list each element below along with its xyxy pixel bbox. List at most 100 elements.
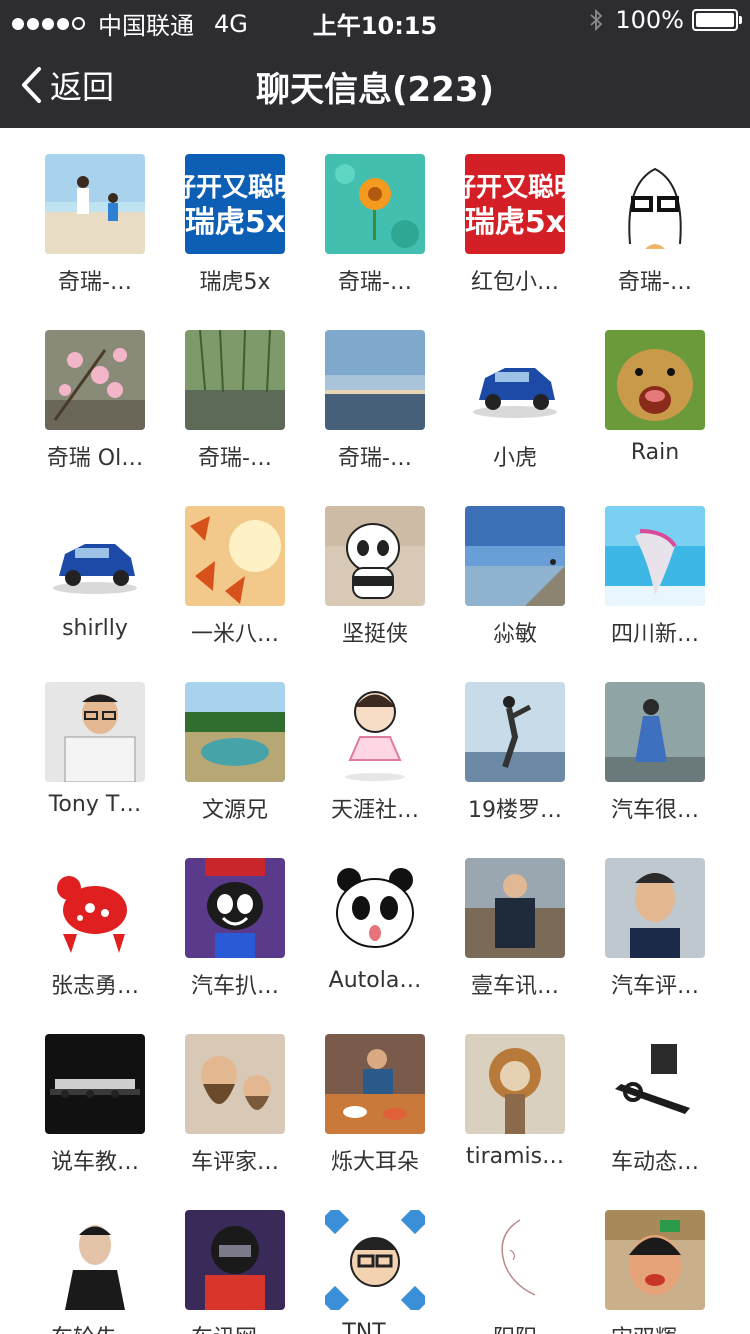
member-avatar[interactable]: [185, 506, 285, 606]
member-item[interactable]: 小虎: [445, 304, 585, 480]
avatar-image: [605, 682, 705, 782]
member-avatar[interactable]: 好开又聪明瑞虎5x: [465, 154, 565, 254]
avatar-image: [605, 1034, 705, 1134]
member-item[interactable]: tiramis…: [445, 1008, 585, 1184]
member-avatar[interactable]: [465, 858, 565, 958]
member-item[interactable]: 汽车扒…: [165, 832, 305, 1008]
member-item[interactable]: 奇瑞 Ol…: [25, 304, 165, 480]
member-name: Autola…: [328, 968, 422, 993]
avatar-image: [605, 858, 705, 958]
member-item[interactable]: 好开又聪明瑞虎5x瑞虎5x: [165, 128, 305, 304]
member-item[interactable]: 车评家…: [165, 1008, 305, 1184]
member-name: 红包小…: [470, 270, 559, 295]
member-avatar[interactable]: [325, 682, 425, 782]
avatar-image: [325, 154, 425, 254]
member-avatar[interactable]: [45, 682, 145, 782]
member-avatar[interactable]: [45, 154, 145, 254]
member-item[interactable]: 汽车很…: [585, 656, 725, 832]
member-item[interactable]: 奇瑞-…: [585, 128, 725, 304]
member-item[interactable]: 19楼罗…: [445, 656, 585, 832]
member-name: 天涯社…: [330, 798, 419, 823]
member-name: 宋双辉…: [585, 1320, 725, 1334]
member-item[interactable]: Rain: [585, 304, 725, 480]
member-name: 奇瑞-…: [198, 446, 272, 471]
member-avatar[interactable]: [45, 330, 145, 430]
avatar-image: [45, 330, 145, 430]
member-item[interactable]: shirlly: [25, 480, 165, 656]
member-avatar[interactable]: [605, 1034, 705, 1134]
member-avatar[interactable]: [605, 858, 705, 958]
member-avatar[interactable]: [45, 1034, 145, 1134]
member-item[interactable]: 四川新…: [585, 480, 725, 656]
avatar-image: [605, 330, 705, 430]
member-name: Tony T…: [48, 792, 142, 817]
avatar-image: [325, 682, 425, 782]
member-avatar[interactable]: [325, 858, 425, 958]
member-item[interactable]: 奇瑞-…: [305, 128, 445, 304]
member-item[interactable]: 奇瑞-…: [305, 304, 445, 480]
member-item[interactable]: 车轮先…: [25, 1184, 165, 1334]
member-item[interactable]: 坚挺侠: [305, 480, 445, 656]
member-item[interactable]: 尛敏: [445, 480, 585, 656]
member-item[interactable]: 阳阳: [445, 1184, 585, 1334]
member-item[interactable]: 壹车讯…: [445, 832, 585, 1008]
member-avatar[interactable]: [45, 1210, 145, 1310]
member-avatar[interactable]: 好开又聪明瑞虎5x: [185, 154, 285, 254]
member-avatar[interactable]: [465, 330, 565, 430]
member-item[interactable]: 天涯社…: [305, 656, 445, 832]
member-avatar[interactable]: [325, 1210, 425, 1310]
member-avatar[interactable]: [605, 330, 705, 430]
member-item[interactable]: 文源兄: [165, 656, 305, 832]
member-avatar[interactable]: [185, 1210, 285, 1310]
avatar-image: [45, 1034, 145, 1134]
member-avatar[interactable]: [325, 330, 425, 430]
member-avatar[interactable]: [185, 1034, 285, 1134]
member-item[interactable]: Autola…: [305, 832, 445, 1008]
member-item[interactable]: 汽车评…: [585, 832, 725, 1008]
member-avatar[interactable]: [185, 858, 285, 958]
avatar-image: [45, 858, 145, 958]
avatar-image: [45, 506, 145, 606]
member-name: 小虎: [492, 446, 537, 471]
member-item[interactable]: Tony T…: [25, 656, 165, 832]
member-item[interactable]: 好开又聪明瑞虎5x 红包小…: [445, 128, 585, 304]
member-item[interactable]: 车动态…: [585, 1008, 725, 1184]
member-item[interactable]: 奇瑞-…: [165, 304, 305, 480]
avatar-image: [605, 506, 705, 606]
member-avatar[interactable]: [465, 1034, 565, 1134]
member-avatar[interactable]: [325, 154, 425, 254]
member-name: 汽车评…: [610, 974, 699, 999]
member-avatar[interactable]: [605, 682, 705, 782]
member-avatar[interactable]: [325, 1034, 425, 1134]
member-item[interactable]: 烁大耳朵: [305, 1008, 445, 1184]
member-name: shirlly: [62, 616, 128, 641]
member-avatar[interactable]: [185, 682, 285, 782]
avatar-image: [45, 682, 145, 782]
member-item[interactable]: 说车教…: [25, 1008, 165, 1184]
member-avatar[interactable]: [45, 858, 145, 958]
member-avatar[interactable]: [465, 506, 565, 606]
member-name: 19楼罗…: [468, 798, 562, 823]
member-avatar[interactable]: [605, 506, 705, 606]
member-item[interactable]: 张志勇…: [25, 832, 165, 1008]
member-item[interactable]: TNT…: [305, 1184, 445, 1334]
member-avatar[interactable]: [605, 154, 705, 254]
member-avatar[interactable]: [185, 330, 285, 430]
member-item[interactable]: 奇瑞-…: [25, 128, 165, 304]
member-item[interactable]: 宋双辉…: [585, 1184, 725, 1334]
member-name: 尛敏: [492, 622, 537, 647]
member-avatar[interactable]: [465, 1210, 565, 1310]
member-name: 车评家…: [190, 1150, 279, 1175]
member-avatar[interactable]: [325, 506, 425, 606]
avatar-image: 好开又聪明瑞虎5x: [465, 154, 565, 254]
member-item[interactable]: 一米八…: [165, 480, 305, 656]
member-name: 烁大耳朵: [330, 1150, 419, 1175]
avatar-image: [185, 1034, 285, 1134]
member-avatar[interactable]: [45, 506, 145, 606]
member-item[interactable]: 车讯网…: [165, 1184, 305, 1334]
member-avatar[interactable]: [465, 682, 565, 782]
avatar-image: [185, 506, 285, 606]
member-name: 文源兄: [201, 798, 268, 823]
member-avatar[interactable]: [605, 1210, 705, 1310]
member-name: Rain: [630, 440, 680, 465]
